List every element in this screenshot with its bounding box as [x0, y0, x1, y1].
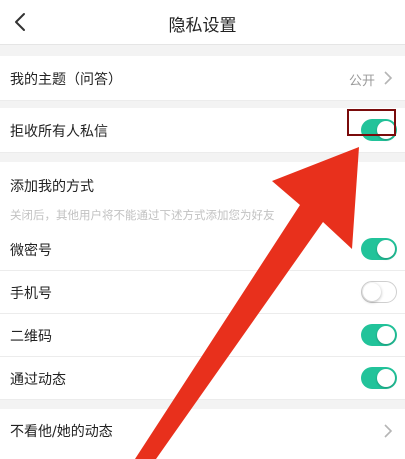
- row-label: 通过动态: [10, 372, 66, 388]
- row-label: 拒收所有人私信: [10, 124, 108, 140]
- row-reject-messages: 拒收所有人私信: [0, 108, 405, 153]
- wechat-id-toggle[interactable]: [361, 238, 397, 260]
- via-moments-toggle[interactable]: [361, 367, 397, 389]
- row-label: 不看他/她的动态: [10, 424, 113, 440]
- row-my-topic[interactable]: 我的主题（问答） 公开: [0, 56, 405, 101]
- row-via-moments: 通过动态: [0, 357, 405, 400]
- qrcode-toggle[interactable]: [361, 324, 397, 346]
- section-heading: 添加我的方式: [10, 179, 94, 195]
- row-qrcode: 二维码: [0, 314, 405, 357]
- highlight-box: [347, 109, 396, 136]
- chevron-right-icon: [384, 71, 393, 85]
- chevron-right-icon: [384, 424, 393, 438]
- row-label: 微密号: [10, 243, 52, 259]
- watermark: Baidu 经验: [289, 422, 377, 440]
- nav-header: 隐私设置: [0, 0, 405, 45]
- row-label: 手机号: [10, 286, 52, 302]
- row-label: 二维码: [10, 329, 52, 345]
- section-add-me: 添加我的方式 关闭后，其他用户将不能通过下述方式添加您为好友: [0, 162, 405, 233]
- toggle-knob: [377, 369, 395, 387]
- toggle-knob: [377, 240, 395, 258]
- visibility-value: 公开: [348, 74, 375, 89]
- row-label: 我的主题（问答）: [10, 72, 122, 88]
- section-hint: 关闭后，其他用户将不能通过下述方式添加您为好友: [10, 208, 275, 222]
- page-title: 隐私设置: [168, 16, 237, 36]
- toggle-knob: [363, 283, 381, 301]
- row-phone: 手机号: [0, 271, 405, 314]
- phone-toggle[interactable]: [361, 281, 397, 303]
- toggle-knob: [377, 326, 395, 344]
- row-wechat-id: 微密号: [0, 228, 405, 271]
